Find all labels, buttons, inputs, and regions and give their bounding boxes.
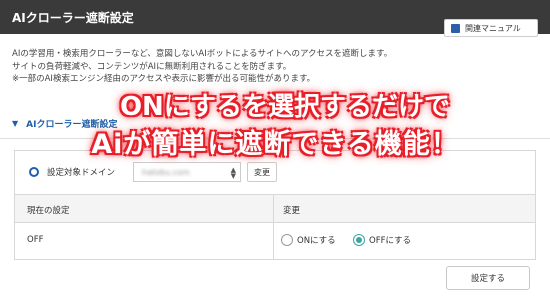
settings-header: AIクローラー遮断設定 関連マニュアル xyxy=(0,0,550,37)
select-arrows-icon: ▲ ▼ xyxy=(230,166,236,180)
promo-overlay-line1: ONにするを選択するだけで xyxy=(119,92,451,122)
description-note: ※一部のAI検索エンジン経由のアクセスや表示に影響が出る可能性があります。 xyxy=(12,74,316,84)
radio-off[interactable] xyxy=(353,234,365,246)
book-icon xyxy=(451,23,460,33)
page-title: AIクローラー遮断設定 xyxy=(12,11,134,25)
domain-radio[interactable] xyxy=(29,167,39,177)
settings-panel: 設定対象ドメイン hatobu.com ▲ ▼ 変更 現在の設定 変更 OFF O… xyxy=(14,150,536,260)
option-off[interactable]: OFFにする xyxy=(353,234,411,246)
submit-button[interactable]: 設定する xyxy=(446,266,530,290)
table-header: 現在の設定 変更 xyxy=(15,195,535,223)
domain-select[interactable]: hatobu.com ▲ ▼ xyxy=(133,162,241,182)
option-off-label: OFFにする xyxy=(369,236,412,246)
current-setting-value: OFF xyxy=(27,235,44,245)
description: AIの学習用・検索用クローラーなど、意図しないAIボットによるサイトへのアクセス… xyxy=(12,48,532,86)
related-manual-label: 関連マニュアル xyxy=(465,23,521,33)
option-on-label: ONにする xyxy=(297,236,336,246)
description-line: AIの学習用・検索用クローラーなど、意図しないAIボットによるサイトへのアクセス… xyxy=(12,49,393,59)
column-header-change: 変更 xyxy=(283,206,301,216)
description-line: サイトの負荷軽減や、コンテンツがAIに無断利用されることを防ぎます。 xyxy=(12,61,292,72)
domain-label: 設定対象ドメイン xyxy=(47,168,116,178)
promo-overlay-line2: Aiが簡単に遮断できる機能！ xyxy=(91,129,459,160)
related-manual-button[interactable]: 関連マニュアル xyxy=(444,19,538,37)
table-row: OFF ONにする OFFにする xyxy=(15,223,535,259)
domain-select-value: hatobu.com xyxy=(142,167,190,177)
option-on[interactable]: ONにする xyxy=(281,234,336,246)
change-domain-button[interactable]: 変更 xyxy=(247,162,277,182)
column-header-current: 現在の設定 xyxy=(27,206,70,216)
radio-on[interactable] xyxy=(281,234,293,246)
